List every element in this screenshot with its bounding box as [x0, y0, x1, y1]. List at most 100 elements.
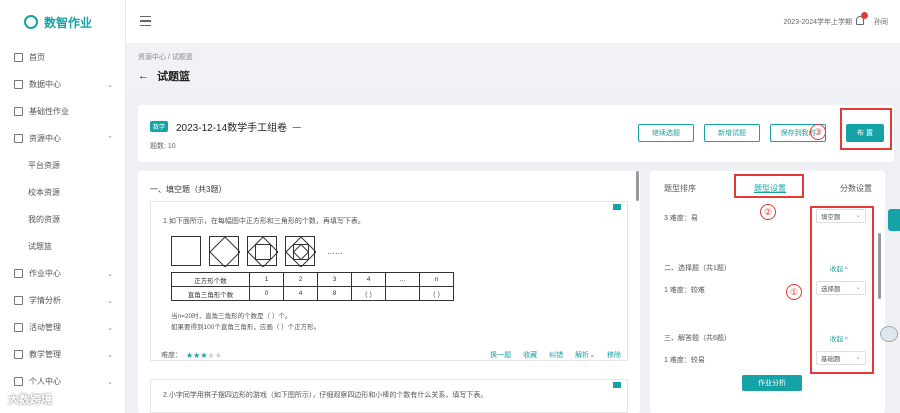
sidebar-nav: 首页 数据中心 ⌄ 基础性作业 资源中心 ⌃ 平台资源 校本资源 我的资源 试题篮 作业中心 ⌄ 学情分…	[0, 44, 125, 395]
star-icon: ★	[214, 350, 222, 360]
paper-name: 2023-12-14数学手工组卷	[176, 123, 288, 134]
sidebar-item[interactable]: 试题篮	[0, 233, 125, 260]
back-arrow-icon[interactable]: ←	[138, 70, 149, 82]
home-icon	[14, 53, 23, 62]
panel-section: 三、解答题（共6题）	[664, 335, 731, 342]
gift-icon	[14, 323, 23, 332]
chevron-icon: ⌄	[107, 351, 113, 359]
sidebar-item-label: 数据中心	[29, 80, 61, 89]
corner-tag	[613, 382, 621, 388]
continue-select-button[interactable]: 继续选题	[638, 124, 694, 142]
annotation-2: ②	[760, 204, 776, 220]
sidebar-item-label: 学情分析	[29, 296, 61, 305]
user-name[interactable]: 孙同	[874, 17, 888, 27]
table-cell: …	[385, 272, 420, 287]
user-icon	[14, 377, 23, 386]
panel-scrollbar[interactable]	[878, 233, 881, 299]
question-list-scrollbar[interactable]	[636, 171, 639, 201]
menu-toggle-icon[interactable]	[140, 16, 151, 26]
topbar: 2023-2024学年上学期 孙同	[126, 0, 900, 44]
analysis-icon	[14, 296, 23, 305]
ellipsis: ……	[327, 246, 343, 256]
question-actions: 换一题 收藏 纠错 解析⌄ 移除	[490, 350, 621, 360]
chevron-icon: ⌄	[107, 270, 113, 278]
sidebar-item-label: 试题篮	[28, 242, 52, 251]
annotation-3: ③	[810, 124, 826, 140]
question-card-2[interactable]: 2.小字同学用棋子摆四边形的游戏（如下图所示），仔细观察四边形和小棒的个数有什么…	[150, 379, 628, 413]
table-cell: 3	[317, 272, 352, 287]
sidebar-item[interactable]: 教学管理 ⌄	[0, 341, 125, 368]
panel-section: 二、选择题（共1题）	[664, 265, 731, 272]
question-card[interactable]: 1.如下面所示，在每幅图中正方形和三角形的个数，再填写下表。 …… 正方形个数 1…	[150, 201, 628, 361]
sidebar-item[interactable]: 校本资源	[0, 179, 125, 206]
question-table: 正方形个数 1 2 3 4… n 直角三角形个数 0 4 8 （ ）（ ）	[171, 272, 454, 301]
table-cell: 1	[249, 272, 284, 287]
question-action-link[interactable]: 移除	[607, 350, 621, 360]
sidebar-item-label: 校本资源	[28, 188, 60, 197]
breadcrumb[interactable]: 资源中心 / 试题篮	[138, 52, 193, 62]
difficulty-label: 难度：	[161, 352, 182, 359]
question-note-2: 如果要得到100个直角三角形，应画（ ）个正方形。	[171, 324, 321, 331]
notification-badge	[861, 12, 868, 19]
sidebar-item-label: 基础性作业	[29, 107, 69, 116]
table-cell: 4	[351, 272, 386, 287]
sidebar-item[interactable]: 活动管理 ⌄	[0, 314, 125, 341]
tab-type-order[interactable]: 题型排序	[664, 183, 696, 194]
paper-card: 数学 2023-12-14数学手工组卷 题数: 10 继续选题 新增试题 保存到…	[138, 105, 894, 162]
sidebar-item[interactable]: 我的资源	[0, 206, 125, 233]
question-action-link[interactable]: 解析⌄	[575, 350, 595, 360]
figure-shapes: ……	[171, 236, 343, 268]
sidebar-item-label: 个人中心	[29, 377, 61, 386]
highlight-selects	[810, 206, 874, 374]
sidebar-item-label: 平台资源	[28, 161, 60, 170]
homework-analysis-button[interactable]: 作业分析	[742, 375, 802, 391]
question-action-link[interactable]: 换一题	[490, 350, 511, 360]
table-cell: （ ）	[351, 286, 386, 301]
section-title: 一、填空题（共3题）	[150, 185, 227, 194]
table-cell: 8	[317, 286, 352, 301]
question-count: 题数: 10	[150, 143, 176, 150]
teach-icon	[14, 350, 23, 359]
add-question-button[interactable]: 新增试题	[704, 124, 760, 142]
table-cell: （ ）	[419, 286, 454, 301]
subject-tag: 数学	[150, 121, 169, 132]
sidebar-item[interactable]: 数据中心 ⌄	[0, 71, 125, 98]
app-name: 数智作业	[44, 15, 93, 30]
sidebar-item[interactable]: 资源中心 ⌃	[0, 125, 125, 152]
logo-icon	[24, 15, 38, 29]
table-cell: 4	[283, 286, 318, 301]
table-cell: 正方形个数	[171, 272, 250, 287]
question-list: 一、填空题（共3题） 1.如下面所示，在每幅图中正方形和三角形的个数，再填写下表…	[138, 171, 640, 413]
edit-icon	[14, 269, 23, 278]
sidebar-item[interactable]: 基础性作业	[0, 98, 125, 125]
gear-icon[interactable]	[888, 209, 900, 231]
app-logo[interactable]: 数智作业	[0, 0, 125, 44]
table-cell: n	[419, 272, 454, 287]
sidebar-item-label: 活动管理	[29, 323, 61, 332]
question-action-link[interactable]: 收藏	[523, 350, 537, 360]
pencil-icon[interactable]	[292, 120, 304, 128]
table-cell: 2	[283, 272, 318, 287]
question-action-link[interactable]: 纠错	[549, 350, 563, 360]
annotation-1: ①	[786, 284, 802, 300]
chart-icon	[14, 80, 23, 89]
chevron-icon: ⌃	[107, 135, 113, 143]
table-cell	[385, 286, 420, 301]
panel-item: 3 难度：易	[664, 215, 698, 222]
term-label[interactable]: 2023-2024学年上学期	[784, 17, 852, 27]
sidebar-item[interactable]: 学情分析 ⌄	[0, 287, 125, 314]
star-icon: ★	[200, 350, 208, 360]
assistant-robot-icon[interactable]	[880, 326, 898, 342]
tab-score-settings[interactable]: 分数设置	[840, 183, 872, 194]
sidebar-item[interactable]: 作业中心 ⌄	[0, 260, 125, 287]
sidebar-item[interactable]: 平台资源	[0, 152, 125, 179]
panel-item: 1 难度：较易	[664, 357, 705, 364]
highlight-tab	[734, 174, 804, 198]
sidebar-item-label: 教学管理	[29, 350, 61, 359]
sidebar-item[interactable]: 首页	[0, 44, 125, 71]
chevron-icon: ⌄	[107, 297, 113, 305]
sidebar: 数智作业 首页 数据中心 ⌄ 基础性作业 资源中心 ⌃ 平台资源 校本资源 我的资源 试题篮 作业中…	[0, 0, 126, 413]
question-text-2: 2.小字同学用棋子摆四边形的游戏（如下图所示），仔细观察四边形和小棒的个数有什么…	[163, 392, 488, 399]
doc-icon	[14, 107, 23, 116]
square-figure-3	[247, 236, 279, 268]
